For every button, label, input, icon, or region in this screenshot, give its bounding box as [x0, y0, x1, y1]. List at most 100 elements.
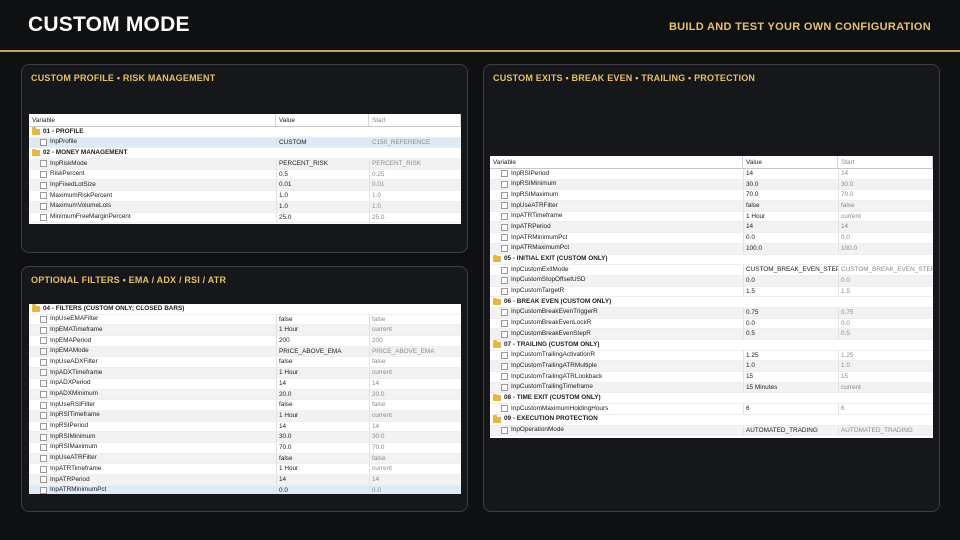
value-cell[interactable]: 200	[276, 336, 369, 346]
column-header-variable[interactable]: Variable	[490, 156, 743, 168]
parameter-row[interactable]: InpRSIMinimum 30.0 30.0	[29, 432, 461, 443]
parameter-row[interactable]: InpATRPeriod 14 14	[29, 475, 461, 486]
value-cell[interactable]: 1 Hour	[743, 211, 838, 222]
parameter-row[interactable]: InpCustomMaximumHoldingHours 6 6	[490, 404, 933, 415]
parameter-row[interactable]: InpUseEMAFilter false false	[29, 314, 461, 326]
value-cell[interactable]: 20.0	[276, 389, 369, 400]
column-header-start[interactable]: Start	[838, 156, 933, 168]
parameter-row[interactable]: InpATRTimeframe 1 Hour current	[490, 211, 933, 223]
parameter-row[interactable]: InpRSITimeframe 1 Hour current	[29, 410, 461, 422]
value-cell[interactable]: 1 Hour	[276, 325, 369, 336]
parameter-row[interactable]: InpRSIMaximum 70.0 70.0	[490, 190, 933, 202]
parameter-row[interactable]: InpCustomBreakEvenLockR 0.0 0.0	[490, 318, 933, 330]
value-cell[interactable]: 0.0	[743, 233, 838, 243]
parameter-row[interactable]: RiskPercent 0.5 0.25	[29, 169, 461, 181]
parameter-row[interactable]: InpEMATimeframe 1 Hour current	[29, 325, 461, 337]
parameter-row[interactable]: MaximumRiskPercent 1.0 1.0	[29, 191, 461, 202]
parameter-row[interactable]: InpUseRSIFilter false false	[29, 400, 461, 411]
group-row[interactable]: 09 - EXECUTION PROTECTION	[490, 414, 933, 426]
value-cell[interactable]: 100.0	[743, 243, 838, 254]
column-header-value[interactable]: Value	[743, 156, 838, 168]
value-cell[interactable]: 6	[743, 404, 838, 414]
parameter-row[interactable]: InpRSIPeriod 14 14	[29, 421, 461, 433]
value-cell[interactable]: 1.0	[743, 361, 838, 372]
value-cell[interactable]: false	[276, 357, 369, 368]
value-cell[interactable]: 1.5	[743, 286, 838, 297]
parameter-row[interactable]: InpCustomExitMode CUSTOM_BREAK_EVEN_STEP C…	[490, 265, 933, 276]
column-header-value[interactable]: Value	[276, 114, 369, 126]
value-cell[interactable]: false	[276, 314, 369, 325]
value-cell[interactable]: AUTOMATED_TRADING	[743, 425, 838, 436]
value-cell[interactable]: 70.0	[743, 190, 838, 201]
value-cell[interactable]: false	[276, 400, 369, 410]
value-cell[interactable]: 0.0	[743, 275, 838, 286]
value-cell[interactable]: 30.0	[276, 432, 369, 442]
value-cell[interactable]: 1.25	[743, 350, 838, 361]
column-header-start[interactable]: Start	[369, 114, 461, 126]
column-header-variable[interactable]: Variable	[29, 114, 276, 126]
parameter-row[interactable]: InpRiskMode PERCENT_RISK PERCENT_RISK	[29, 159, 461, 170]
parameter-row[interactable]: InpRSIMaximum 70.0 70.0	[29, 442, 461, 454]
value-cell[interactable]: 0.0	[743, 318, 838, 329]
value-cell[interactable]: 1.0	[276, 191, 369, 201]
parameter-row[interactable]: MaximumVolumeLots 1.0 1.0	[29, 201, 461, 213]
value-cell[interactable]: 14	[743, 222, 838, 233]
value-cell[interactable]: PRICE_ABOVE_EMA	[276, 346, 369, 357]
value-cell[interactable]: 14	[276, 378, 369, 389]
parameter-row[interactable]: InpUseATRFilter false false	[29, 453, 461, 465]
parameter-row[interactable]: InpADXMinimum 20.0 20.0	[29, 389, 461, 401]
value-cell[interactable]: 0.5	[276, 169, 369, 180]
value-cell[interactable]: 30.0	[743, 179, 838, 190]
value-cell[interactable]: 1 Hour	[276, 410, 369, 421]
value-cell[interactable]: 1 Hour	[276, 368, 369, 378]
parameter-row[interactable]: InpEMAPeriod 200 200	[29, 336, 461, 347]
parameter-row[interactable]: InpOperationMode AUTOMATED_TRADING AUTOMAT…	[490, 425, 933, 437]
value-cell[interactable]: 1.0	[276, 201, 369, 212]
parameter-row[interactable]: InpCustomTrailingATRMultiple 1.0 1.0	[490, 361, 933, 373]
value-cell[interactable]: 15	[743, 372, 838, 382]
parameter-row[interactable]: InpATRMaximumPct 100.0 100.0	[490, 243, 933, 255]
parameter-row[interactable]: InpADXTimeframe 1 Hour current	[29, 368, 461, 379]
parameter-row[interactable]: InpADXPeriod 14 14	[29, 378, 461, 390]
group-row[interactable]: 02 - MONEY MANAGEMENT	[29, 148, 461, 160]
parameter-row[interactable]: InpCustomTrailingTimeframe 15 Minutes curr…	[490, 382, 933, 394]
value-cell[interactable]: 0.5	[743, 329, 838, 339]
parameter-row[interactable]: InpFixedLotSize 0.01 0.01	[29, 180, 461, 192]
parameter-row[interactable]: InpCustomTargetR 1.5 1.5	[490, 286, 933, 298]
group-row[interactable]: 07 - TRAILING (CUSTOM ONLY)	[490, 340, 933, 351]
value-cell[interactable]: 14	[276, 421, 369, 432]
value-cell[interactable]: 0.01	[276, 180, 369, 191]
parameter-row[interactable]: InpEMAMode PRICE_ABOVE_EMA PRICE_ABOVE_EMA	[29, 346, 461, 358]
parameter-row[interactable]: InpCustomBreakEvenStepR 0.5 0.5	[490, 329, 933, 340]
parameter-row[interactable]: InpCustomTrailingATRLookback 15 15	[490, 372, 933, 383]
parameter-row[interactable]: InpProfile CUSTOM C150_REFERENCE	[29, 137, 461, 149]
parameter-row[interactable]: InpUseADXFilter false false	[29, 357, 461, 369]
parameter-row[interactable]: InpATRMinimumPct 0.0 0.0	[490, 233, 933, 244]
value-cell[interactable]: false	[743, 201, 838, 211]
value-cell[interactable]: 15 Minutes	[743, 382, 838, 393]
group-row[interactable]: 05 - INITIAL EXIT (CUSTOM ONLY)	[490, 254, 933, 266]
parameter-row[interactable]: InpCustomTrailingActivationR 1.25 1.25	[490, 350, 933, 362]
group-row[interactable]: 08 - TIME EXIT (CUSTOM ONLY)	[490, 393, 933, 405]
value-cell[interactable]: 25.0	[276, 212, 369, 223]
value-cell[interactable]: 14	[743, 169, 838, 179]
value-cell[interactable]: CUSTOM_BREAK_EVEN_STEP	[743, 265, 838, 275]
group-row[interactable]: 06 - BREAK EVEN (CUSTOM ONLY)	[490, 297, 933, 308]
group-row[interactable]: 04 - FILTERS (CUSTOM ONLY; CLOSED BARS)	[29, 304, 461, 315]
value-cell[interactable]: false	[276, 453, 369, 464]
group-row[interactable]: 01 - PROFILE	[29, 127, 461, 138]
parameter-row[interactable]: InpCustomBreakEvenTriggerR 0.75 0.75	[490, 307, 933, 319]
parameter-row[interactable]: InpCustomStopOffsetUSD 0.0 0.0	[490, 275, 933, 287]
parameter-row[interactable]: InpRSIMinimum 30.0 30.0	[490, 179, 933, 191]
parameter-row[interactable]: InpATRPeriod 14 14	[490, 222, 933, 234]
value-cell[interactable]: CUSTOM	[276, 137, 369, 148]
parameter-row[interactable]: InpATRMinimumPct 0.0 0.0	[29, 485, 461, 494]
value-cell[interactable]: 0.75	[743, 307, 838, 318]
value-cell[interactable]: 14	[276, 475, 369, 485]
parameter-row[interactable]: InpUseATRFilter false false	[490, 201, 933, 212]
parameter-row[interactable]: InpATRTimeframe 1 Hour current	[29, 464, 461, 475]
parameter-row[interactable]: MinimumFreeMarginPercent 25.0 25.0	[29, 212, 461, 224]
value-cell[interactable]: PERCENT_RISK	[276, 159, 369, 169]
value-cell[interactable]: 70.0	[276, 442, 369, 453]
value-cell[interactable]: 1 Hour	[276, 464, 369, 474]
